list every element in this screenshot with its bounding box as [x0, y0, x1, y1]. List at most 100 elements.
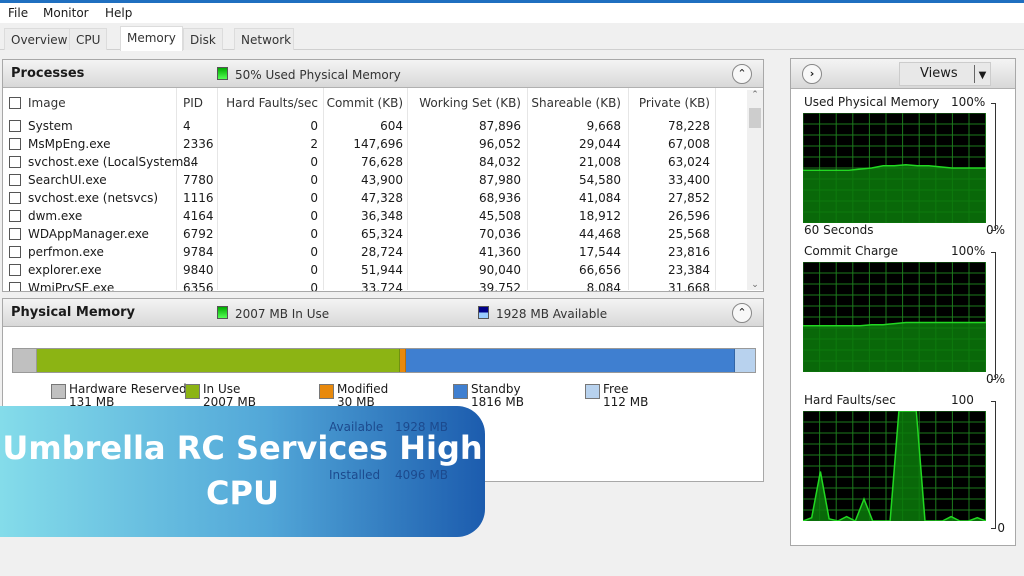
cell-hard-faults: 0 [310, 209, 318, 223]
scroll-thumb[interactable] [749, 108, 761, 128]
col-hard-faults[interactable]: Hard Faults/sec [217, 96, 318, 110]
cell-image: svchost.exe (netsvcs) [28, 191, 159, 205]
row-checkbox[interactable] [9, 120, 21, 132]
row-checkbox[interactable] [9, 264, 21, 276]
legend-item: Free 112 MB [585, 383, 648, 409]
memory-summary: Available 1928 MB Installed 4096 MB [329, 419, 448, 483]
cell-shareable: 8,084 [586, 281, 621, 291]
cell-image: explorer.exe [28, 263, 102, 277]
tab-memory[interactable]: Memory [120, 26, 183, 51]
available-swatch-icon [478, 306, 489, 319]
tab-disk[interactable]: Disk [183, 28, 223, 50]
cell-commit: 47,328 [361, 191, 403, 205]
cell-pid: 6792 [183, 227, 214, 241]
table-row[interactable]: svchost.exe (netsvcs) 1116 0 47,328 68,936 41… [3, 189, 745, 207]
table-row[interactable]: WDAppManager.exe 6792 0 65,324 70,036 44,468 2… [3, 225, 745, 243]
cell-working-set: 84,032 [479, 155, 521, 169]
tab-overview[interactable]: Overview [4, 28, 75, 50]
graph-max: 100 [951, 393, 974, 407]
processes-header[interactable]: Processes 50% Used Physical Memory ⌃ [3, 60, 763, 88]
cell-shareable: 21,008 [579, 155, 621, 169]
col-image[interactable]: Image [28, 96, 66, 110]
row-checkbox[interactable] [9, 246, 21, 258]
processes-title: Processes [11, 66, 85, 81]
col-working-set[interactable]: Working Set (KB) [413, 96, 521, 110]
graph-title: Commit Charge [804, 244, 899, 258]
process-scrollbar[interactable]: ⌃ ⌄ [747, 90, 763, 290]
table-row[interactable]: dwm.exe 4164 0 36,348 45,508 18,912 26,596 [3, 207, 745, 225]
row-checkbox[interactable] [9, 282, 21, 291]
cell-image: dwm.exe [28, 209, 83, 223]
cell-private: 27,852 [668, 191, 710, 205]
table-row[interactable]: MsMpEng.exe 2336 2 147,696 96,052 29,044 67,00… [3, 135, 745, 153]
summary-available-label: Available [329, 420, 384, 434]
select-all-checkbox[interactable] [9, 97, 21, 109]
main-scrollbar[interactable] [770, 57, 788, 576]
cell-hard-faults: 0 [310, 245, 318, 259]
row-checkbox[interactable] [9, 156, 21, 168]
legend-swatch [453, 384, 468, 399]
cell-pid: 9840 [183, 263, 214, 277]
cell-image: System [28, 119, 73, 133]
cell-private: 31,668 [668, 281, 710, 291]
menu-file[interactable]: File [8, 6, 28, 20]
col-private[interactable]: Private (KB) [628, 96, 710, 110]
row-checkbox[interactable] [9, 174, 21, 186]
cell-working-set: 70,036 [479, 227, 521, 241]
views-dropdown-icon[interactable]: ▼ [974, 65, 990, 83]
views-button[interactable]: Views ▼ [899, 62, 991, 86]
cell-pid: 6356 [183, 281, 214, 291]
col-shareable[interactable]: Shareable (KB) [523, 96, 621, 110]
cell-working-set: 45,508 [479, 209, 521, 223]
col-pid[interactable]: PID [183, 96, 203, 110]
in-use-status: 2007 MB In Use [235, 307, 330, 321]
table-row[interactable]: SearchUI.exe 7780 0 43,900 87,980 54,580 33,40… [3, 171, 745, 189]
graph-area [803, 164, 986, 223]
cell-shareable: 41,084 [579, 191, 621, 205]
cell-pid: 7780 [183, 173, 214, 187]
menu-monitor[interactable]: Monitor [43, 6, 89, 20]
cell-shareable: 9,668 [586, 119, 621, 133]
scroll-down-icon[interactable]: ⌄ [747, 280, 763, 290]
row-checkbox[interactable] [9, 138, 21, 150]
summary-available-value: 1928 MB [395, 420, 448, 434]
cell-pid: 4 [183, 119, 191, 133]
cell-image: WmiPrvSE.exe [28, 281, 115, 291]
cell-commit: 33,724 [361, 281, 403, 291]
cell-hard-faults: 0 [310, 281, 318, 291]
tab-network[interactable]: Network [234, 28, 294, 50]
col-commit[interactable]: Commit (KB) [323, 96, 403, 110]
cell-commit: 76,628 [361, 155, 403, 169]
cell-commit: 43,900 [361, 173, 403, 187]
cell-working-set: 96,052 [479, 137, 521, 151]
cell-shareable: 44,468 [579, 227, 621, 241]
physical-memory-title: Physical Memory [11, 305, 136, 320]
row-checkbox[interactable] [9, 210, 21, 222]
cell-working-set: 87,896 [479, 119, 521, 133]
cell-private: 26,596 [668, 209, 710, 223]
table-row[interactable]: explorer.exe 9840 0 51,944 90,040 66,656 23,38… [3, 261, 745, 279]
row-checkbox[interactable] [9, 192, 21, 204]
cell-hard-faults: 0 [310, 227, 318, 241]
scroll-up-icon[interactable]: ⌃ [747, 90, 763, 100]
graph-scale-bracket [991, 401, 996, 529]
graph-min: 0 [997, 521, 1005, 535]
cell-image: perfmon.exe [28, 245, 104, 259]
physical-memory-header[interactable]: Physical Memory 2007 MB In Use 1928 MB A… [3, 299, 763, 327]
summary-installed-value: 4096 MB [395, 468, 448, 482]
table-row[interactable]: perfmon.exe 9784 0 28,724 41,360 17,544 23,816 [3, 243, 745, 261]
expand-arrow-button[interactable]: › [802, 64, 822, 84]
collapse-processes-button[interactable]: ⌃ [732, 64, 752, 84]
cell-commit: 604 [380, 119, 403, 133]
table-row[interactable]: System 4 0 604 87,896 9,668 78,228 [3, 117, 745, 135]
tab-cpu[interactable]: CPU [69, 28, 108, 50]
views-label: Views [920, 66, 958, 81]
cell-image: SearchUI.exe [28, 173, 107, 187]
row-checkbox[interactable] [9, 228, 21, 240]
collapse-physical-memory-button[interactable]: ⌃ [732, 303, 752, 323]
legend-item: Standby 1816 MB [453, 383, 524, 409]
table-row[interactable]: svchost.exe (LocalSystem... 84 0 76,628 84,0… [3, 153, 745, 171]
cell-pid: 9784 [183, 245, 214, 259]
menu-help[interactable]: Help [105, 6, 132, 20]
table-row[interactable]: WmiPrvSE.exe 6356 0 33,724 39,752 8,084 31,668 [3, 279, 745, 291]
